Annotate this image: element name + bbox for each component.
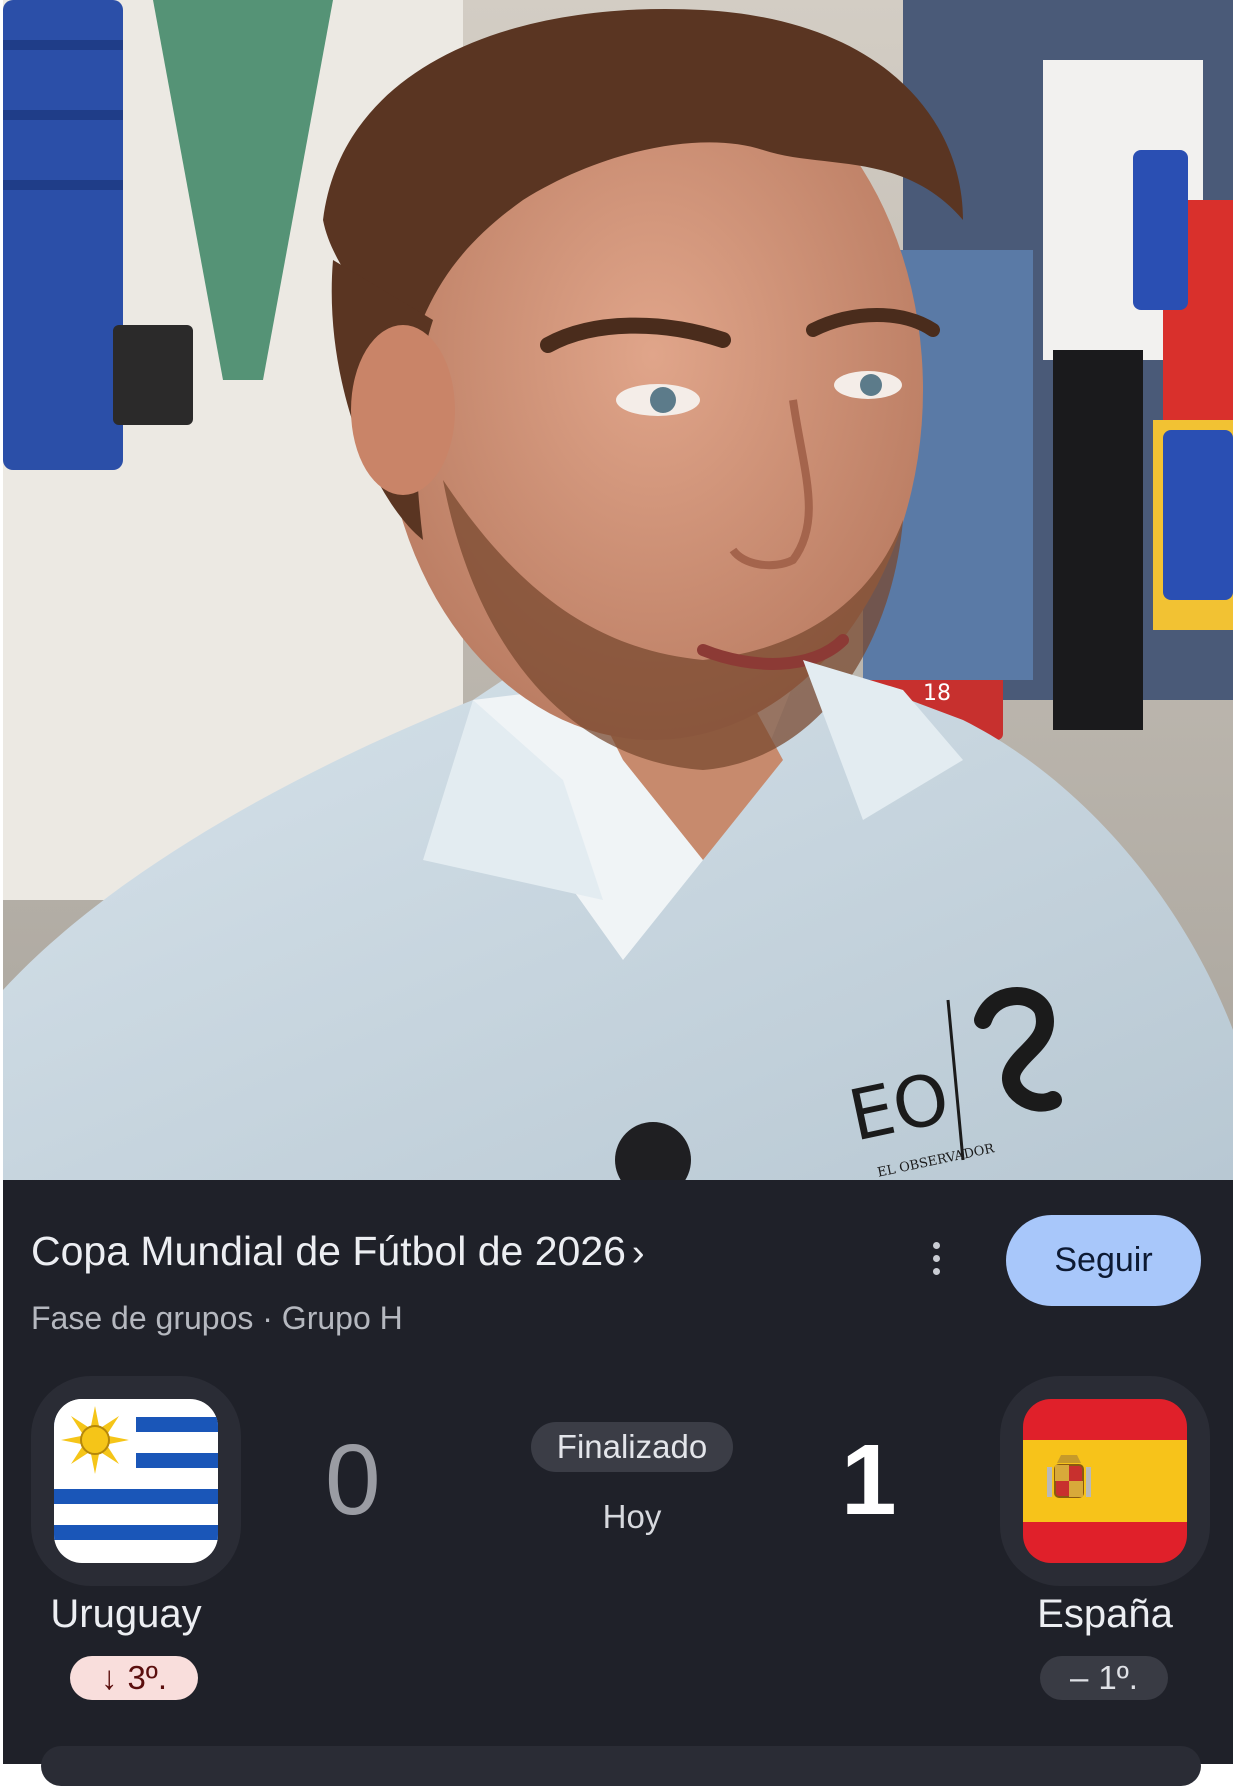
competition-title-link[interactable]: Copa Mundial de Fútbol de 2026 › bbox=[31, 1228, 645, 1275]
dash-icon: – bbox=[1070, 1659, 1089, 1696]
follow-button[interactable]: Seguir bbox=[1006, 1215, 1201, 1306]
seat-number: 18 bbox=[923, 681, 951, 706]
home-rank-value: 3º. bbox=[127, 1659, 168, 1696]
away-team-rank: – 1º. bbox=[1040, 1656, 1168, 1700]
away-rank-value: 1º. bbox=[1098, 1659, 1138, 1696]
chevron-right-icon: › bbox=[631, 1232, 645, 1274]
spain-flag-icon bbox=[1023, 1399, 1187, 1563]
arrow-down-icon: ↓ bbox=[100, 1659, 118, 1696]
away-score: 1 bbox=[841, 1424, 897, 1536]
home-team-name[interactable]: Uruguay bbox=[0, 1592, 256, 1637]
home-team-logo[interactable] bbox=[31, 1376, 241, 1586]
away-team-logo[interactable] bbox=[1000, 1376, 1210, 1586]
more-vert-icon bbox=[932, 1267, 940, 1275]
away-team-name[interactable]: España bbox=[975, 1592, 1233, 1637]
competition-stage: Fase de grupos · Grupo H bbox=[31, 1300, 403, 1336]
match-card: Copa Mundial de Fútbol de 2026 › Seguir F… bbox=[0, 1180, 1233, 1786]
next-section-peek bbox=[41, 1746, 1201, 1786]
more-vert-icon bbox=[932, 1254, 940, 1262]
home-score: 0 bbox=[325, 1424, 381, 1536]
video-frame[interactable]: 18 EO EL OBSERVADOR bbox=[3, 0, 1233, 1180]
more-options-button[interactable] bbox=[924, 1228, 948, 1288]
match-status-badge: Finalizado bbox=[531, 1422, 733, 1472]
video-frame-illustration: 18 EO EL OBSERVADOR bbox=[3, 0, 1233, 1180]
uruguay-flag-icon bbox=[54, 1399, 218, 1563]
match-date: Hoy bbox=[602, 1498, 662, 1535]
more-vert-icon bbox=[932, 1241, 940, 1249]
competition-title: Copa Mundial de Fútbol de 2026 bbox=[31, 1228, 626, 1274]
home-team-rank: ↓ 3º. bbox=[70, 1656, 198, 1700]
